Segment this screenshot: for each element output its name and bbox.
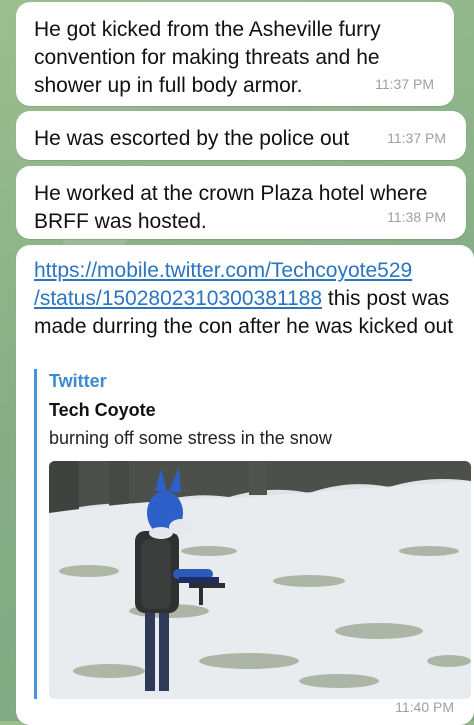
message-timestamp: 11:37 PM: [375, 76, 434, 92]
message-bubble-4[interactable]: https://mobile.twitter.com/Techcoyote529…: [16, 245, 474, 725]
message-timestamp: 11:38 PM: [387, 209, 446, 225]
message-timestamp: 11:40 PM: [395, 699, 454, 715]
message-text: https://mobile.twitter.com/Techcoyote529…: [34, 257, 458, 341]
tweet-link-part-1[interactable]: https://mobile.twitter.com/Techcoyote529: [34, 259, 412, 282]
message-bubble-1[interactable]: He got kicked from the Asheville furry c…: [16, 2, 454, 106]
tweet-link-part-2[interactable]: /status/1502802310300381188: [34, 287, 322, 310]
link-preview-description: burning off some stress in the snow: [49, 428, 332, 448]
link-preview[interactable]: Twitter Tech Coyote burning off some str…: [34, 369, 471, 699]
link-preview-title: Tech Coyote: [49, 400, 156, 420]
link-preview-image[interactable]: [49, 461, 471, 699]
message-timestamp: 11:37 PM: [387, 130, 446, 146]
message-bubble-3[interactable]: He worked at the crown Plaza hotel where…: [16, 166, 466, 239]
message-bubble-2[interactable]: He was escorted by the police out 11:37 …: [16, 111, 466, 160]
link-preview-site: Twitter: [49, 371, 107, 391]
